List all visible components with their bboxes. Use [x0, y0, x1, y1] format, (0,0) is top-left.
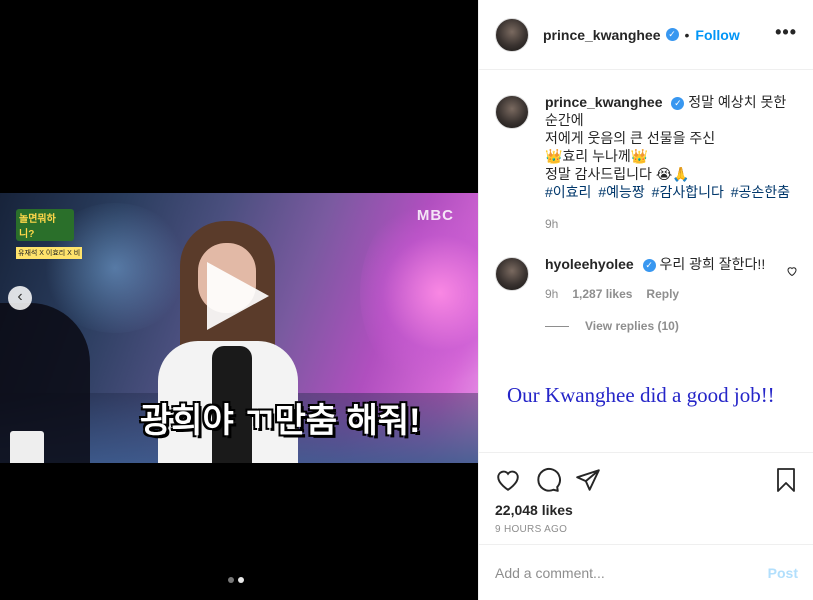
show-logo-subtitle: 유재석 X 이효리 X 비: [16, 247, 83, 259]
post-button[interactable]: Post: [768, 565, 798, 581]
comment-text: 우리 광희 잘한다!!: [659, 256, 766, 272]
comment-likes[interactable]: 1,287 likes: [572, 285, 632, 303]
reply-button[interactable]: Reply: [646, 285, 679, 303]
comment: hyoleehyolee ✓ 우리 광희 잘한다!! 9h 1,287 like…: [495, 255, 800, 333]
paper-plane-icon[interactable]: [575, 467, 601, 493]
caption-line: 저에게 웃음의 큰 선물을 주신: [545, 130, 716, 146]
carousel-indicator: [228, 577, 244, 583]
carousel-dot: [228, 577, 234, 583]
header-username[interactable]: prince_kwanghee: [543, 27, 661, 43]
hashtag-link[interactable]: #감사합니다: [652, 184, 724, 200]
verified-badge-icon: ✓: [642, 259, 656, 272]
hashtag-link[interactable]: #예능짱: [598, 184, 644, 200]
avatar[interactable]: [495, 17, 529, 52]
comment-username[interactable]: hyoleehyolee: [545, 256, 634, 272]
broadcaster-logo: MBC: [416, 207, 454, 224]
translation-annotation: Our Kwanghee did a good job!!: [507, 383, 775, 407]
post-caption: prince_kwanghee ✓ 정말 예상치 못한 순간에 저에게 웃음의 …: [495, 93, 800, 233]
caption-line: 👑효리 누나께👑: [545, 148, 649, 164]
view-replies-button[interactable]: View replies (10): [545, 319, 679, 333]
cup-graphic: [10, 431, 44, 463]
verified-badge-icon: ✓: [671, 97, 685, 110]
post-timestamp[interactable]: 9 HOURS AGO: [495, 524, 798, 535]
caption-username[interactable]: prince_kwanghee: [545, 94, 663, 110]
comment-input[interactable]: [495, 564, 768, 581]
show-logo: 놀면뭐하니? 유재석 X 이효리 X 비: [16, 209, 83, 259]
follow-button[interactable]: Follow: [695, 27, 739, 43]
caption-time[interactable]: 9h: [545, 215, 800, 233]
caption-line: 정말 감사드립니다 😭🙏: [545, 166, 690, 182]
separator: •: [684, 26, 690, 43]
hashtag-link[interactable]: #이효리: [545, 184, 591, 200]
heart-icon[interactable]: [495, 467, 521, 493]
avatar[interactable]: [495, 95, 529, 129]
hashtag-link[interactable]: #공손한춤: [731, 184, 790, 200]
chevron-left-icon[interactable]: ‹: [8, 286, 32, 310]
likes-count[interactable]: 22,048 likes: [495, 502, 798, 518]
comment-icon[interactable]: [535, 467, 561, 493]
play-icon[interactable]: [207, 262, 269, 330]
post-actions: 22,048 likes 9 HOURS AGO: [479, 452, 813, 544]
view-replies-label: View replies (10): [585, 319, 679, 333]
avatar[interactable]: [495, 257, 529, 291]
add-comment-bar: Post: [479, 544, 813, 600]
verified-badge-icon: ✓: [665, 28, 679, 41]
video-subtitle: 광희야 ㄲ만춤 해줘!: [140, 402, 421, 440]
post-details-panel: prince_kwanghee ✓ • Follow ••• prince_kw…: [478, 0, 813, 600]
heart-icon[interactable]: [786, 265, 798, 277]
hashtags: #이효리 #예능짱 #감사합니다 #공손한춤: [545, 183, 800, 201]
bookmark-icon[interactable]: [774, 467, 798, 493]
more-options-icon[interactable]: •••: [775, 22, 797, 43]
media-viewer[interactable]: 놀면뭐하니? 유재석 X 이효리 X 비 MBC 광희야 ㄲ만춤 해줘! ‹: [0, 0, 478, 600]
comment-time[interactable]: 9h: [545, 285, 558, 303]
show-logo-title: 놀면뭐하니?: [16, 209, 74, 241]
carousel-dot-active: [238, 577, 244, 583]
post-header: prince_kwanghee ✓ • Follow •••: [479, 0, 813, 70]
